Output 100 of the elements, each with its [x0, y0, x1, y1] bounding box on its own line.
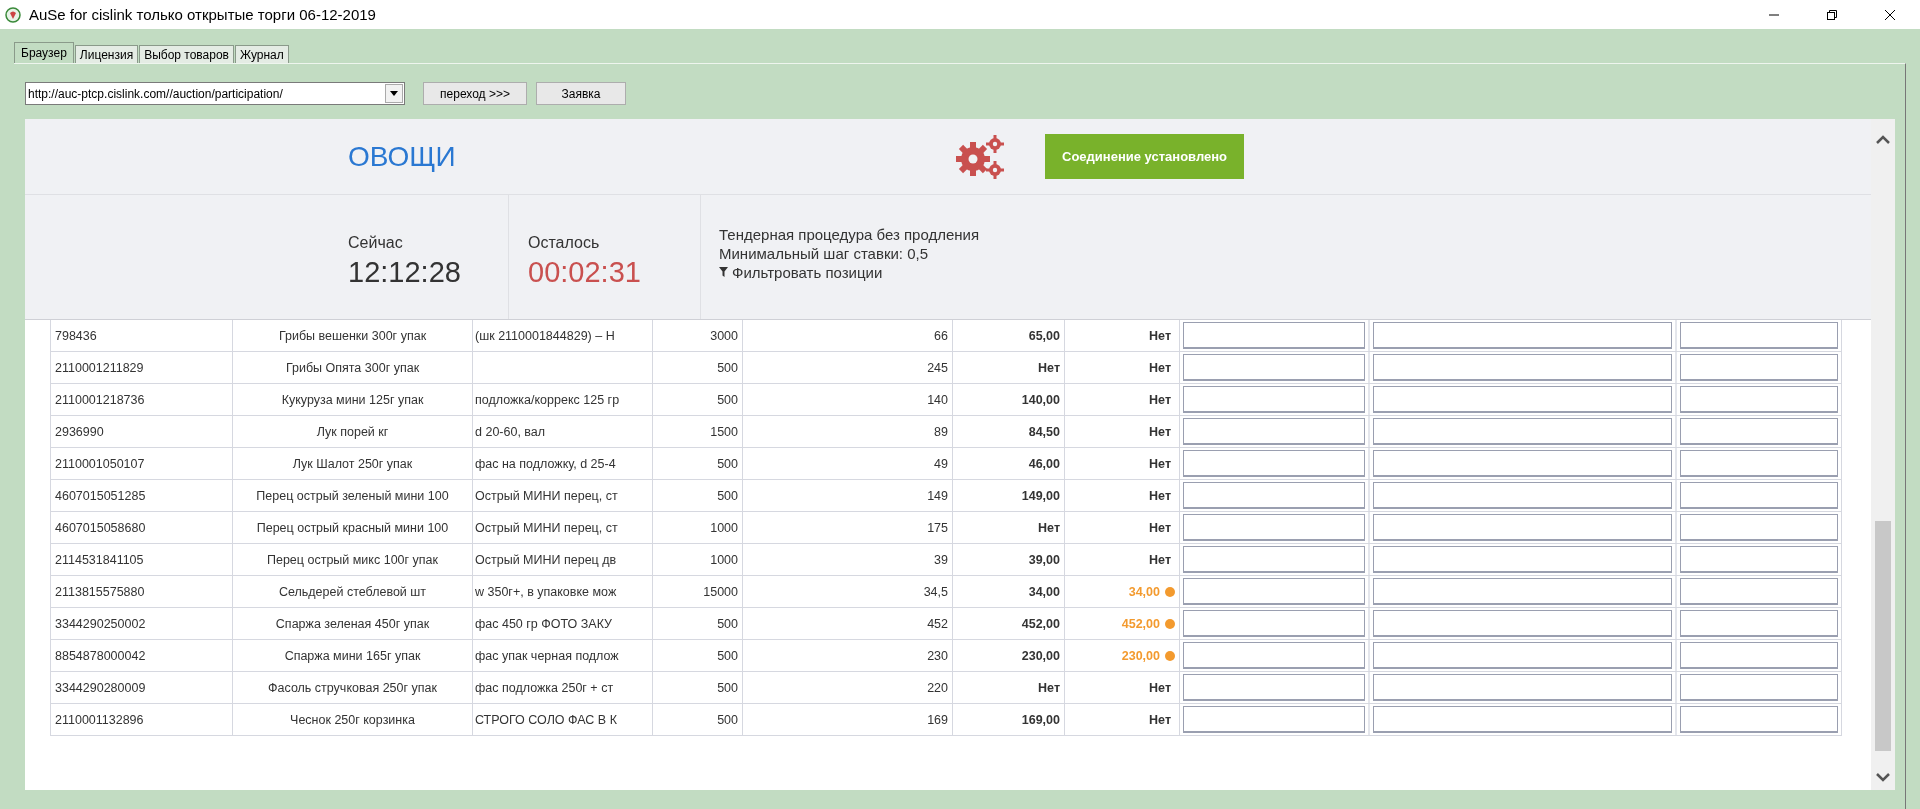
quantity-cell: 1000 — [653, 544, 743, 575]
input-field[interactable] — [1680, 514, 1838, 541]
status-text: Нет — [1149, 328, 1171, 343]
quantity-cell: 500 — [653, 448, 743, 479]
tab[interactable]: Журнал — [235, 45, 289, 63]
input-field[interactable] — [1680, 642, 1838, 669]
bid-cell: Нет — [953, 352, 1065, 383]
input-field[interactable] — [1183, 322, 1365, 349]
input-field[interactable] — [1680, 418, 1838, 445]
remaining-time: 00:02:31 — [528, 255, 642, 289]
description-cell: фас подложка 250г + ст — [473, 672, 653, 703]
price-cell: 220 — [743, 672, 953, 703]
bid-cell: Нет — [953, 512, 1065, 543]
price-cell: 140 — [743, 384, 953, 415]
input-field[interactable] — [1183, 482, 1365, 509]
input-field[interactable] — [1373, 642, 1672, 669]
filter-link[interactable]: Фильтровать позиции — [732, 262, 883, 282]
url-dropdown[interactable]: http://auc-ptcp.cislink.com//auction/participation/ — [25, 82, 405, 105]
input-field[interactable] — [1373, 706, 1672, 733]
close-icon[interactable] — [1884, 8, 1896, 21]
input-field[interactable] — [1680, 610, 1838, 637]
tab[interactable]: Выбор товаров — [139, 45, 234, 63]
input-field[interactable] — [1373, 354, 1672, 381]
input-field[interactable] — [1373, 450, 1672, 477]
input-field[interactable] — [1183, 386, 1365, 413]
code-cell: 2110001132896 — [51, 704, 233, 735]
bid-cell: 230,00 — [953, 640, 1065, 671]
input-field[interactable] — [1373, 578, 1672, 605]
price-cell: 452 — [743, 608, 953, 639]
input-field[interactable] — [1373, 674, 1672, 701]
input-field[interactable] — [1373, 514, 1672, 541]
input-field[interactable] — [1373, 610, 1672, 637]
input-field[interactable] — [1183, 354, 1365, 381]
code-cell: 3344290280009 — [51, 672, 233, 703]
code-cell: 4607015058680 — [51, 512, 233, 543]
scrollbar[interactable] — [1871, 119, 1895, 790]
remaining-label: Осталось — [528, 233, 601, 252]
input-field[interactable] — [1680, 546, 1838, 573]
product-name-cell: Перец острый микс 100г упак — [233, 544, 473, 575]
input-field[interactable] — [1183, 674, 1365, 701]
status-text: Нет — [1149, 488, 1171, 503]
input-field[interactable] — [1680, 674, 1838, 701]
window-title: AuSe for cislink только открытые торги 06-12-2019 — [29, 6, 376, 23]
scroll-down-icon[interactable] — [1876, 773, 1890, 782]
input-field[interactable] — [1680, 450, 1838, 477]
input-field[interactable] — [1680, 354, 1838, 381]
toolbar-button[interactable]: переход >>> — [423, 82, 527, 105]
input-field[interactable] — [1183, 642, 1365, 669]
bid-cell: 452,00 — [953, 608, 1065, 639]
input-field[interactable] — [1373, 418, 1672, 445]
toolbar-button[interactable]: Заявка — [536, 82, 626, 105]
status-text: Нет — [1149, 360, 1171, 375]
input-field[interactable] — [1680, 578, 1838, 605]
status-text: Нет — [1149, 392, 1171, 407]
scroll-up-icon[interactable] — [1876, 135, 1890, 144]
input-field[interactable] — [1680, 386, 1838, 413]
input-field[interactable] — [1373, 482, 1672, 509]
code-cell: 2114531841105 — [51, 544, 233, 575]
input-field[interactable] — [1183, 418, 1365, 445]
quantity-cell: 500 — [653, 384, 743, 415]
code-cell: 2110001218736 — [51, 384, 233, 415]
product-name-cell: Перец острый красный мини 100 — [233, 512, 473, 543]
description-cell: Острый МИНИ перец дв — [473, 544, 653, 575]
input-field[interactable] — [1680, 322, 1838, 349]
input-field[interactable] — [1183, 546, 1365, 573]
product-name-cell: Сельдерей стеблевой шт — [233, 576, 473, 607]
status-text: 452,00 — [1121, 616, 1160, 631]
scrollbar-thumb[interactable] — [1875, 521, 1891, 751]
code-cell: 2110001211829 — [51, 352, 233, 383]
price-cell: 230 — [743, 640, 953, 671]
status-text: Нет — [1149, 456, 1171, 471]
dropdown-arrow-icon — [390, 91, 398, 96]
description-cell: подложка/коррекс 125 гр — [473, 384, 653, 415]
code-cell: 2936990 — [51, 416, 233, 447]
product-name-cell: Спаржа мини 165г упак — [233, 640, 473, 671]
price-cell: 49 — [743, 448, 953, 479]
tab[interactable]: Браузер — [14, 42, 74, 63]
bid-cell: 84,50 — [953, 416, 1065, 447]
price-cell: 89 — [743, 416, 953, 447]
input-field[interactable] — [1183, 450, 1365, 477]
tab[interactable]: Лицензия — [74, 45, 139, 63]
input-field[interactable] — [1183, 610, 1365, 637]
description-cell: фас упак черная подлож — [473, 640, 653, 671]
input-field[interactable] — [1183, 578, 1365, 605]
current-time: 12:12:28 — [348, 255, 462, 289]
price-cell: 149 — [743, 480, 953, 511]
input-field[interactable] — [1680, 482, 1838, 509]
info-text: Тендерная процедура без продления — [719, 224, 980, 244]
restore-icon[interactable] — [1826, 8, 1838, 21]
input-field[interactable] — [1183, 706, 1365, 733]
input-field[interactable] — [1373, 322, 1672, 349]
input-field[interactable] — [1373, 546, 1672, 573]
input-field[interactable] — [1373, 386, 1672, 413]
input-field[interactable] — [1680, 706, 1838, 733]
input-field[interactable] — [1183, 514, 1365, 541]
bid-cell: 34,00 — [953, 576, 1065, 607]
price-cell: 175 — [743, 512, 953, 543]
quantity-cell: 500 — [653, 608, 743, 639]
quantity-cell: 500 — [653, 480, 743, 511]
code-cell: 798436 — [51, 320, 233, 351]
